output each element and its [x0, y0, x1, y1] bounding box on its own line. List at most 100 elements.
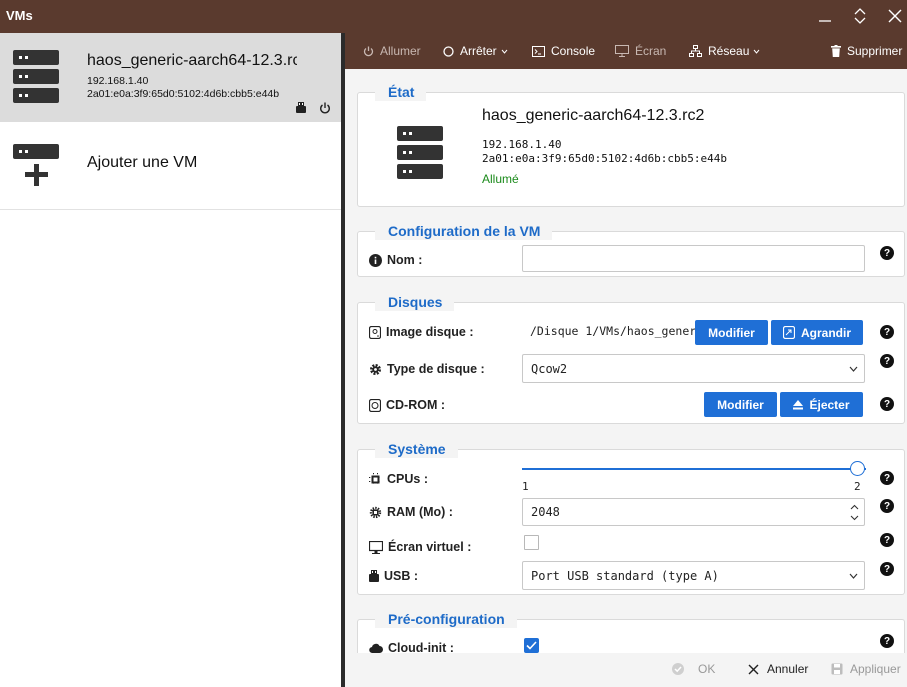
- hard-drive-icon: [369, 325, 381, 339]
- server-icon: [13, 50, 59, 103]
- add-vm-item[interactable]: Ajouter une VM: [0, 122, 341, 209]
- disk-image-path: /Disque 1/VMs/haos_generi: [530, 324, 704, 338]
- cdrom-icon: [369, 398, 381, 412]
- chevron-down-icon: [501, 49, 508, 54]
- apply-button[interactable]: Appliquer: [831, 662, 901, 676]
- cdrom-label: CD-ROM :: [369, 398, 445, 412]
- chevron-down-icon: [849, 366, 858, 372]
- power-icon: [320, 102, 330, 114]
- usb-icon: [369, 569, 379, 582]
- state-status: Allumé: [482, 172, 519, 186]
- list-separator: [0, 209, 341, 210]
- trash-icon: [831, 45, 841, 57]
- screen-button[interactable]: Écran: [615, 33, 666, 69]
- network-icon: [689, 45, 702, 57]
- memory-chip-icon: [369, 506, 382, 518]
- eject-button[interactable]: Éjecter: [780, 392, 863, 417]
- close-button[interactable]: [880, 3, 907, 29]
- close-icon: [888, 9, 902, 23]
- terminal-icon: [532, 45, 545, 57]
- vm-list-panel: haos_generic-aarch64-12.3.rc2 192.168.1.…: [0, 33, 341, 687]
- save-icon: [831, 663, 843, 675]
- restore-button[interactable]: [845, 3, 875, 29]
- help-icon[interactable]: ?: [880, 246, 894, 260]
- virtual-screen-label: Écran virtuel :: [369, 540, 471, 554]
- network-label: Réseau: [708, 44, 750, 58]
- vm-details-panel: Allumer Arrêter Console Écran Réseau Sup…: [345, 33, 907, 687]
- minimize-icon: [819, 20, 831, 22]
- spin-up-down-icon[interactable]: [850, 504, 859, 521]
- circle-icon: [443, 45, 454, 57]
- vm-list-item-name: haos_generic-aarch64-12.3.rc2: [87, 52, 297, 69]
- stop-button[interactable]: Arrêter: [443, 33, 508, 69]
- vm-config-group: Configuration de la VM Nom : ?: [357, 222, 905, 277]
- usb-value: Port USB standard (type A): [531, 568, 719, 583]
- disks-group: Disques Image disque : /Disque 1/VMs/hao…: [357, 293, 905, 424]
- ram-value: 2048: [531, 505, 560, 519]
- ok-button[interactable]: OK: [671, 662, 715, 676]
- name-input[interactable]: [522, 245, 865, 272]
- vm-list-item-ip4: 192.168.1.40: [87, 75, 149, 87]
- usb-icon: [296, 102, 306, 113]
- name-label: Nom :: [369, 253, 422, 267]
- ram-label: RAM (Mo) :: [369, 505, 453, 519]
- ram-input[interactable]: 2048: [522, 498, 865, 526]
- window-title: VMs: [6, 8, 33, 23]
- check-circle-icon: [672, 663, 684, 675]
- disk-modify-button[interactable]: Modifier: [695, 320, 768, 345]
- title-bar: VMs: [0, 0, 907, 33]
- cancel-button[interactable]: Annuler: [748, 662, 808, 676]
- vm-config-title: Configuration de la VM: [375, 222, 553, 240]
- stop-label: Arrêter: [460, 44, 497, 58]
- system-title: Système: [375, 440, 458, 458]
- gear-icon: [370, 363, 381, 375]
- state-ip4[interactable]: 192.168.1.40: [482, 138, 561, 151]
- disk-grow-button[interactable]: Agrandir: [771, 320, 863, 345]
- info-icon: [369, 253, 382, 267]
- usb-label: USB :: [369, 569, 418, 583]
- chevron-up-down-icon: [854, 8, 866, 24]
- disk-image-label: Image disque :: [369, 325, 474, 339]
- add-vm-label: Ajouter une VM: [87, 154, 198, 171]
- cpus-slider-track[interactable]: [522, 468, 866, 470]
- server-icon: [397, 126, 443, 179]
- cdrom-modify-button[interactable]: Modifier: [704, 392, 777, 417]
- help-icon[interactable]: ?: [880, 397, 894, 411]
- delete-button[interactable]: Supprimer: [831, 33, 902, 69]
- network-button[interactable]: Réseau: [689, 33, 760, 69]
- help-icon[interactable]: ?: [880, 325, 894, 339]
- console-label: Console: [551, 44, 596, 58]
- virtual-screen-checkbox[interactable]: [524, 535, 539, 550]
- close-icon: [748, 664, 759, 674]
- vm-list-item[interactable]: haos_generic-aarch64-12.3.rc2 192.168.1.…: [0, 33, 341, 122]
- preconfig-title: Pré-configuration: [375, 610, 517, 628]
- dialog-footer: OK Annuler Appliquer: [345, 653, 907, 687]
- help-icon[interactable]: ?: [880, 471, 894, 485]
- chevron-down-icon: [849, 573, 858, 579]
- disk-type-label: Type de disque :: [369, 362, 485, 376]
- help-icon[interactable]: ?: [880, 499, 894, 513]
- help-icon[interactable]: ?: [880, 634, 894, 648]
- console-button[interactable]: Console: [532, 33, 595, 69]
- usb-select[interactable]: Port USB standard (type A): [522, 561, 865, 590]
- disks-title: Disques: [375, 293, 455, 311]
- power-on-button[interactable]: Allumer: [363, 33, 421, 69]
- help-icon[interactable]: ?: [880, 533, 894, 547]
- resize-disk-icon: [782, 326, 795, 339]
- help-icon[interactable]: ?: [880, 562, 894, 576]
- cloud-init-checkbox[interactable]: [524, 638, 539, 653]
- state-title: État: [375, 83, 427, 101]
- cpus-label: CPUs :: [369, 472, 428, 486]
- eject-icon: [793, 399, 804, 409]
- cpus-slider-handle[interactable]: [850, 461, 865, 476]
- help-icon[interactable]: ?: [880, 354, 894, 368]
- toolbar: Allumer Arrêter Console Écran Réseau Sup…: [345, 33, 907, 69]
- cpus-max-label: 2: [854, 480, 861, 493]
- state-group: État haos_generic-aarch64-12.3.rc2 192.1…: [357, 83, 905, 207]
- screen-label: Écran: [635, 44, 667, 58]
- monitor-icon: [615, 45, 629, 57]
- disk-type-select[interactable]: Qcow2: [522, 354, 865, 383]
- state-ip6[interactable]: 2a01:e0a:3f9:65d0:5102:4d6b:cbb5:e44b: [482, 152, 727, 165]
- power-icon: [363, 46, 374, 56]
- minimize-button[interactable]: [810, 3, 840, 29]
